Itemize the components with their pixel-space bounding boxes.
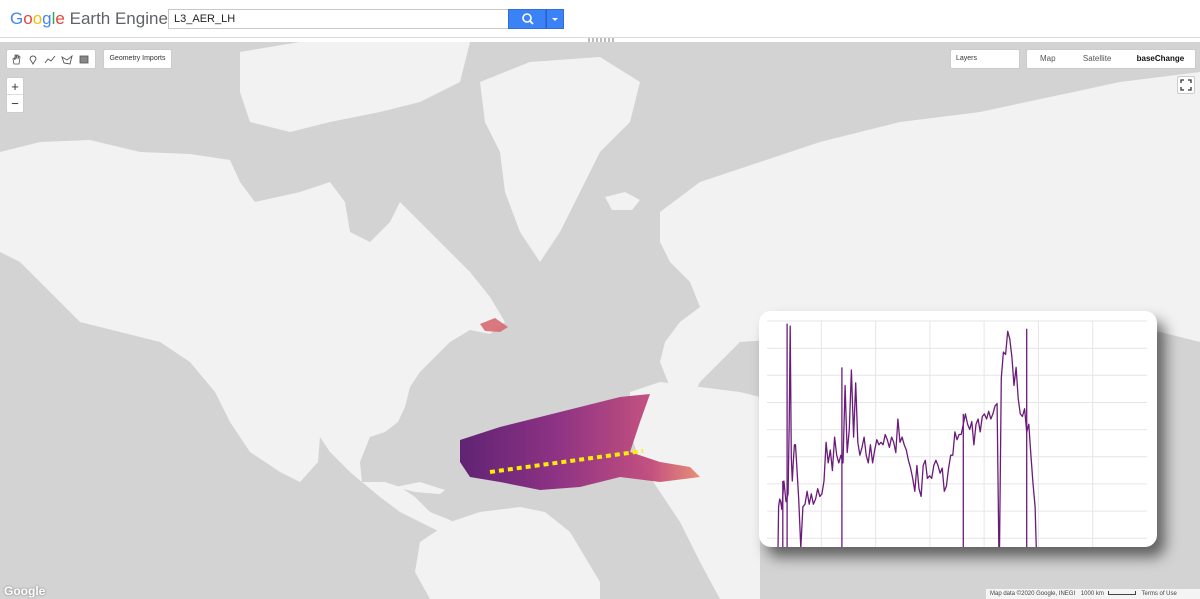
marker-icon[interactable]: [24, 50, 41, 68]
chart-series-line: [767, 325, 1090, 580]
hand-icon[interactable]: [7, 50, 24, 68]
scale-bar: [1107, 591, 1136, 596]
line-icon[interactable]: [41, 50, 58, 68]
map-type-map[interactable]: Map: [1027, 50, 1069, 68]
zoom-in-button[interactable]: +: [7, 78, 23, 95]
earth-engine-logo[interactable]: Google Earth Engine: [10, 9, 168, 29]
map-attribution: Map data ©2020 Google, INEGI 1000 km Ter…: [986, 589, 1200, 599]
search-dropdown-button[interactable]: [546, 9, 564, 29]
map-type-satellite[interactable]: Satellite: [1069, 50, 1126, 68]
top-bar: Google Earth Engine L3_AER_LH: [0, 0, 1200, 38]
drawing-toolbar: [6, 49, 96, 69]
search-button[interactable]: [508, 9, 546, 29]
search-input[interactable]: L3_AER_LH: [168, 9, 508, 29]
map-canvas[interactable]: Geometry Imports + − Layers Map Satellit…: [0, 42, 1200, 599]
rectangle-icon[interactable]: [75, 50, 92, 68]
terms-link[interactable]: Terms of Use: [1142, 591, 1177, 597]
zoom-out-button[interactable]: −: [7, 95, 23, 112]
polygon-icon[interactable]: [58, 50, 75, 68]
chart-panel[interactable]: [759, 311, 1157, 580]
fullscreen-icon: [1180, 79, 1192, 91]
attribution-text: Map data ©2020 Google, INEGI: [990, 591, 1076, 597]
fullscreen-button[interactable]: [1177, 76, 1195, 94]
chevron-down-icon: [552, 18, 558, 21]
scale-label[interactable]: 1000 km: [1081, 591, 1104, 597]
google-logo[interactable]: Google: [4, 584, 45, 598]
zoom-control: + −: [6, 77, 24, 113]
geometry-imports-button[interactable]: Geometry Imports: [103, 49, 172, 69]
line-chart: [767, 320, 1147, 580]
search-icon: [522, 13, 534, 25]
map-type-control: Map Satellite baseChange: [1026, 49, 1196, 69]
map-type-basechange[interactable]: baseChange: [1126, 50, 1195, 68]
layers-button[interactable]: Layers: [950, 49, 1020, 69]
